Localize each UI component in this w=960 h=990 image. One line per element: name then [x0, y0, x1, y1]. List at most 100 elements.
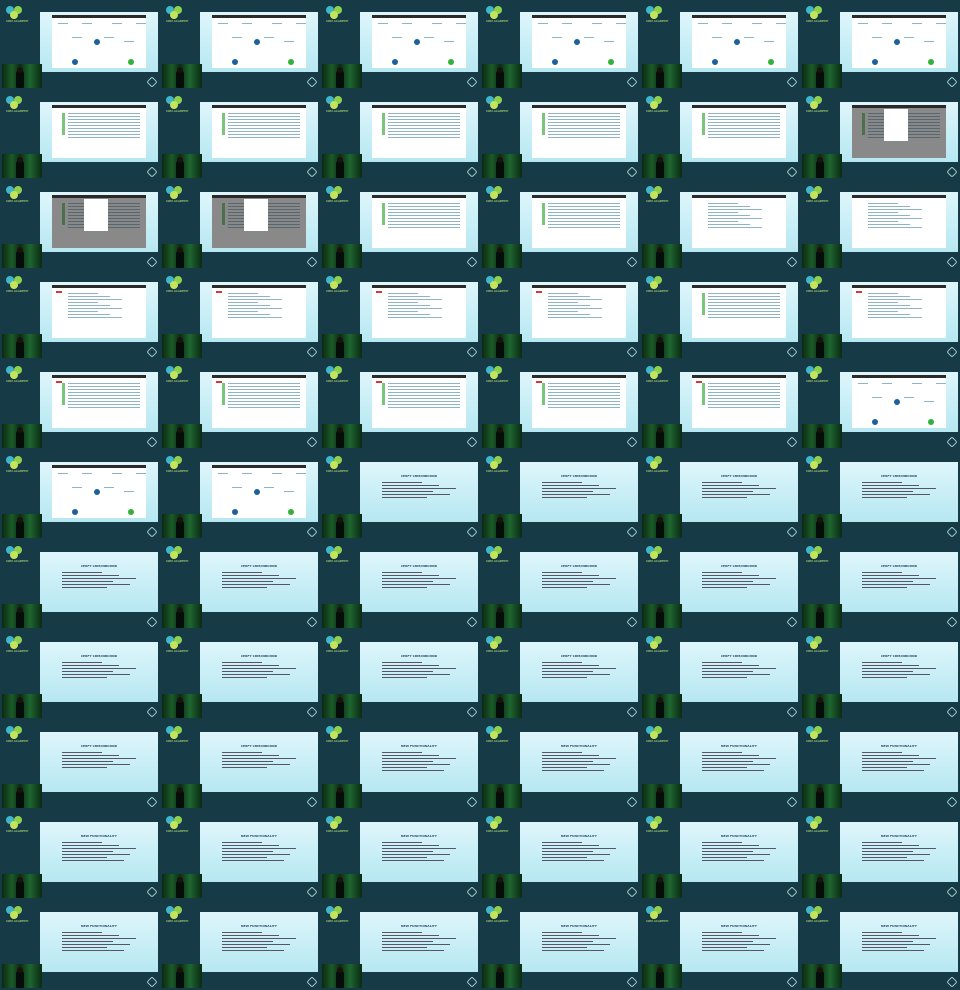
corner-logo-icon [306, 436, 318, 448]
bullet-line [702, 950, 764, 951]
video-thumbnail[interactable]: CRM ACADEMY CERFY CRM/INBOUND [0, 720, 160, 810]
logo-text: CRM ACADEMY [166, 199, 189, 203]
video-thumbnail[interactable]: CRM ACADEMY [800, 180, 960, 270]
video-thumbnail[interactable]: CRM ACADEMY NEW FUNCTIONALITY [0, 810, 160, 900]
video-thumbnail[interactable]: CRM ACADEMY CERFY CRM/INBOUND [160, 540, 320, 630]
video-thumbnail[interactable]: CRM ACADEMY [480, 90, 640, 180]
bullet-line [862, 575, 919, 576]
video-thumbnail[interactable]: CRM ACADEMY NEW FUNCTIONALITY [320, 810, 480, 900]
video-thumbnail[interactable]: CRM ACADEMY NEW FUNCTIONALITY [800, 810, 960, 900]
logo-icon: CRM ACADEMY [326, 546, 356, 568]
video-thumbnail[interactable]: CRM ACADEMY [800, 360, 960, 450]
table-row [868, 299, 922, 300]
video-thumbnail[interactable]: CRM ACADEMY [0, 360, 160, 450]
slide-title: CERFY CRM/INBOUND [720, 564, 758, 568]
video-thumbnail[interactable]: CRM ACADEMY [640, 90, 800, 180]
video-thumbnail[interactable]: CRM ACADEMY [160, 360, 320, 450]
video-thumbnail[interactable]: CRM ACADEMY [800, 270, 960, 360]
video-thumbnail[interactable]: CRM ACADEMY NEW FUNCTIONALITY [0, 900, 160, 990]
video-thumbnail[interactable]: CRM ACADEMY [160, 90, 320, 180]
video-thumbnail[interactable]: CRM ACADEMY [320, 90, 480, 180]
video-thumbnail[interactable]: CRM ACADEMY [800, 90, 960, 180]
video-thumbnail[interactable]: CRM ACADEMY CERFY CRM/INBOUND [800, 630, 960, 720]
diagram-line [616, 23, 626, 24]
logo-icon: CRM ACADEMY [6, 276, 36, 298]
video-thumbnail[interactable]: CRM ACADEMY NEW FUNCTIONALITY [480, 900, 640, 990]
video-thumbnail[interactable]: CRM ACADEMY NEW FUNCTIONALITY [160, 810, 320, 900]
corner-logo-icon [306, 346, 318, 358]
video-thumbnail[interactable]: CRM ACADEMY NEW FUNCTIONALITY [800, 720, 960, 810]
video-thumbnail[interactable]: CRM ACADEMY NEW FUNCTIONALITY [480, 810, 640, 900]
video-thumbnail[interactable]: CRM ACADEMY [0, 180, 160, 270]
video-thumbnail[interactable]: CRM ACADEMY NEW FUNCTIONALITY [800, 900, 960, 990]
video-thumbnail[interactable]: CRM ACADEMY CERFY CRM/INBOUND [480, 630, 640, 720]
video-thumbnail[interactable]: CRM ACADEMY CERFY CRM/INBOUND [480, 450, 640, 540]
video-thumbnail[interactable]: CRM ACADEMY [160, 180, 320, 270]
video-thumbnail[interactable]: CRM ACADEMY CERFY CRM/INBOUND [800, 540, 960, 630]
video-thumbnail[interactable]: CRM ACADEMY CERFY CRM/INBOUND [0, 630, 160, 720]
video-thumbnail[interactable]: CRM ACADEMY [800, 0, 960, 90]
video-thumbnail[interactable]: CRM ACADEMY CERFY CRM/INBOUND [320, 450, 480, 540]
corner-logo-icon [466, 976, 478, 988]
video-thumbnail[interactable]: CRM ACADEMY CERFY CRM/INBOUND [320, 630, 480, 720]
table-highlight-column [62, 383, 65, 405]
corner-logo-icon [466, 256, 478, 268]
video-thumbnail[interactable]: CRM ACADEMY [640, 180, 800, 270]
video-thumbnail[interactable]: CRM ACADEMY [0, 90, 160, 180]
video-thumbnail[interactable]: CRM ACADEMY [320, 360, 480, 450]
video-thumbnail[interactable]: CRM ACADEMY [0, 450, 160, 540]
video-thumbnail[interactable]: CRM ACADEMY CERFY CRM/INBOUND [480, 540, 640, 630]
presenter-head [17, 247, 23, 253]
video-thumbnail[interactable]: CRM ACADEMY [160, 0, 320, 90]
corner-logo-icon [946, 436, 958, 448]
video-thumbnail[interactable]: CRM ACADEMY CERFY CRM/INBOUND [320, 540, 480, 630]
presenter-head [177, 517, 183, 523]
video-thumbnail[interactable]: CRM ACADEMY CERFY CRM/INBOUND [640, 540, 800, 630]
video-thumbnail[interactable]: CRM ACADEMY CERFY CRM/INBOUND [640, 630, 800, 720]
slide-area: NEW FUNCTIONALITY [680, 732, 798, 792]
video-thumbnail[interactable]: CRM ACADEMY CERFY CRM/INBOUND [0, 540, 160, 630]
video-thumbnail[interactable]: CRM ACADEMY [0, 0, 160, 90]
video-thumbnail[interactable]: CRM ACADEMY NEW FUNCTIONALITY [640, 720, 800, 810]
bullet-line [62, 578, 136, 579]
video-thumbnail[interactable]: CRM ACADEMY CERFY CRM/INBOUND [160, 630, 320, 720]
video-thumbnail[interactable]: CRM ACADEMY [320, 0, 480, 90]
video-thumbnail[interactable]: CRM ACADEMY [0, 270, 160, 360]
video-thumbnail[interactable]: CRM ACADEMY [480, 360, 640, 450]
logo-icon: CRM ACADEMY [806, 546, 836, 568]
bullet-line [542, 932, 582, 933]
video-thumbnail[interactable]: CRM ACADEMY [480, 0, 640, 90]
video-thumbnail[interactable]: CRM ACADEMY CERFY CRM/INBOUND [160, 720, 320, 810]
video-thumbnail[interactable]: CRM ACADEMY CERFY CRM/INBOUND [800, 450, 960, 540]
video-thumbnail[interactable]: CRM ACADEMY [480, 180, 640, 270]
corner-logo-icon [306, 76, 318, 88]
logo-circle [10, 461, 18, 469]
video-thumbnail[interactable]: CRM ACADEMY [320, 180, 480, 270]
diagram-line [272, 23, 282, 24]
video-thumbnail[interactable]: CRM ACADEMY [160, 270, 320, 360]
app-toolbar [692, 375, 786, 378]
video-thumbnail[interactable]: CRM ACADEMY NEW FUNCTIONALITY [640, 900, 800, 990]
video-thumbnail[interactable]: CRM ACADEMY [480, 270, 640, 360]
video-thumbnail[interactable]: CRM ACADEMY NEW FUNCTIONALITY [480, 720, 640, 810]
video-thumbnail[interactable]: CRM ACADEMY [640, 270, 800, 360]
video-thumbnail[interactable]: CRM ACADEMY NEW FUNCTIONALITY [160, 900, 320, 990]
video-thumbnail[interactable]: CRM ACADEMY [640, 0, 800, 90]
webcam-feed [162, 514, 202, 538]
logo-icon: CRM ACADEMY [6, 726, 36, 748]
video-thumbnail[interactable]: CRM ACADEMY NEW FUNCTIONALITY [320, 720, 480, 810]
video-thumbnail[interactable]: CRM ACADEMY NEW FUNCTIONALITY [640, 810, 800, 900]
video-thumbnail[interactable]: CRM ACADEMY NEW FUNCTIONALITY [320, 900, 480, 990]
app-screenshot [692, 375, 786, 428]
app-toolbar [372, 105, 466, 108]
video-thumbnail[interactable]: CRM ACADEMY [160, 450, 320, 540]
logo-circle [170, 911, 178, 919]
diagram-node [768, 59, 774, 65]
diagram-line [562, 23, 572, 24]
video-thumbnail[interactable]: CRM ACADEMY [640, 360, 800, 450]
video-thumbnail[interactable]: CRM ACADEMY [320, 270, 480, 360]
video-thumbnail[interactable]: CRM ACADEMY CERFY CRM/INBOUND [640, 450, 800, 540]
bullet-line [702, 662, 742, 663]
diagram-node [94, 489, 100, 495]
bullet-line [702, 938, 776, 939]
